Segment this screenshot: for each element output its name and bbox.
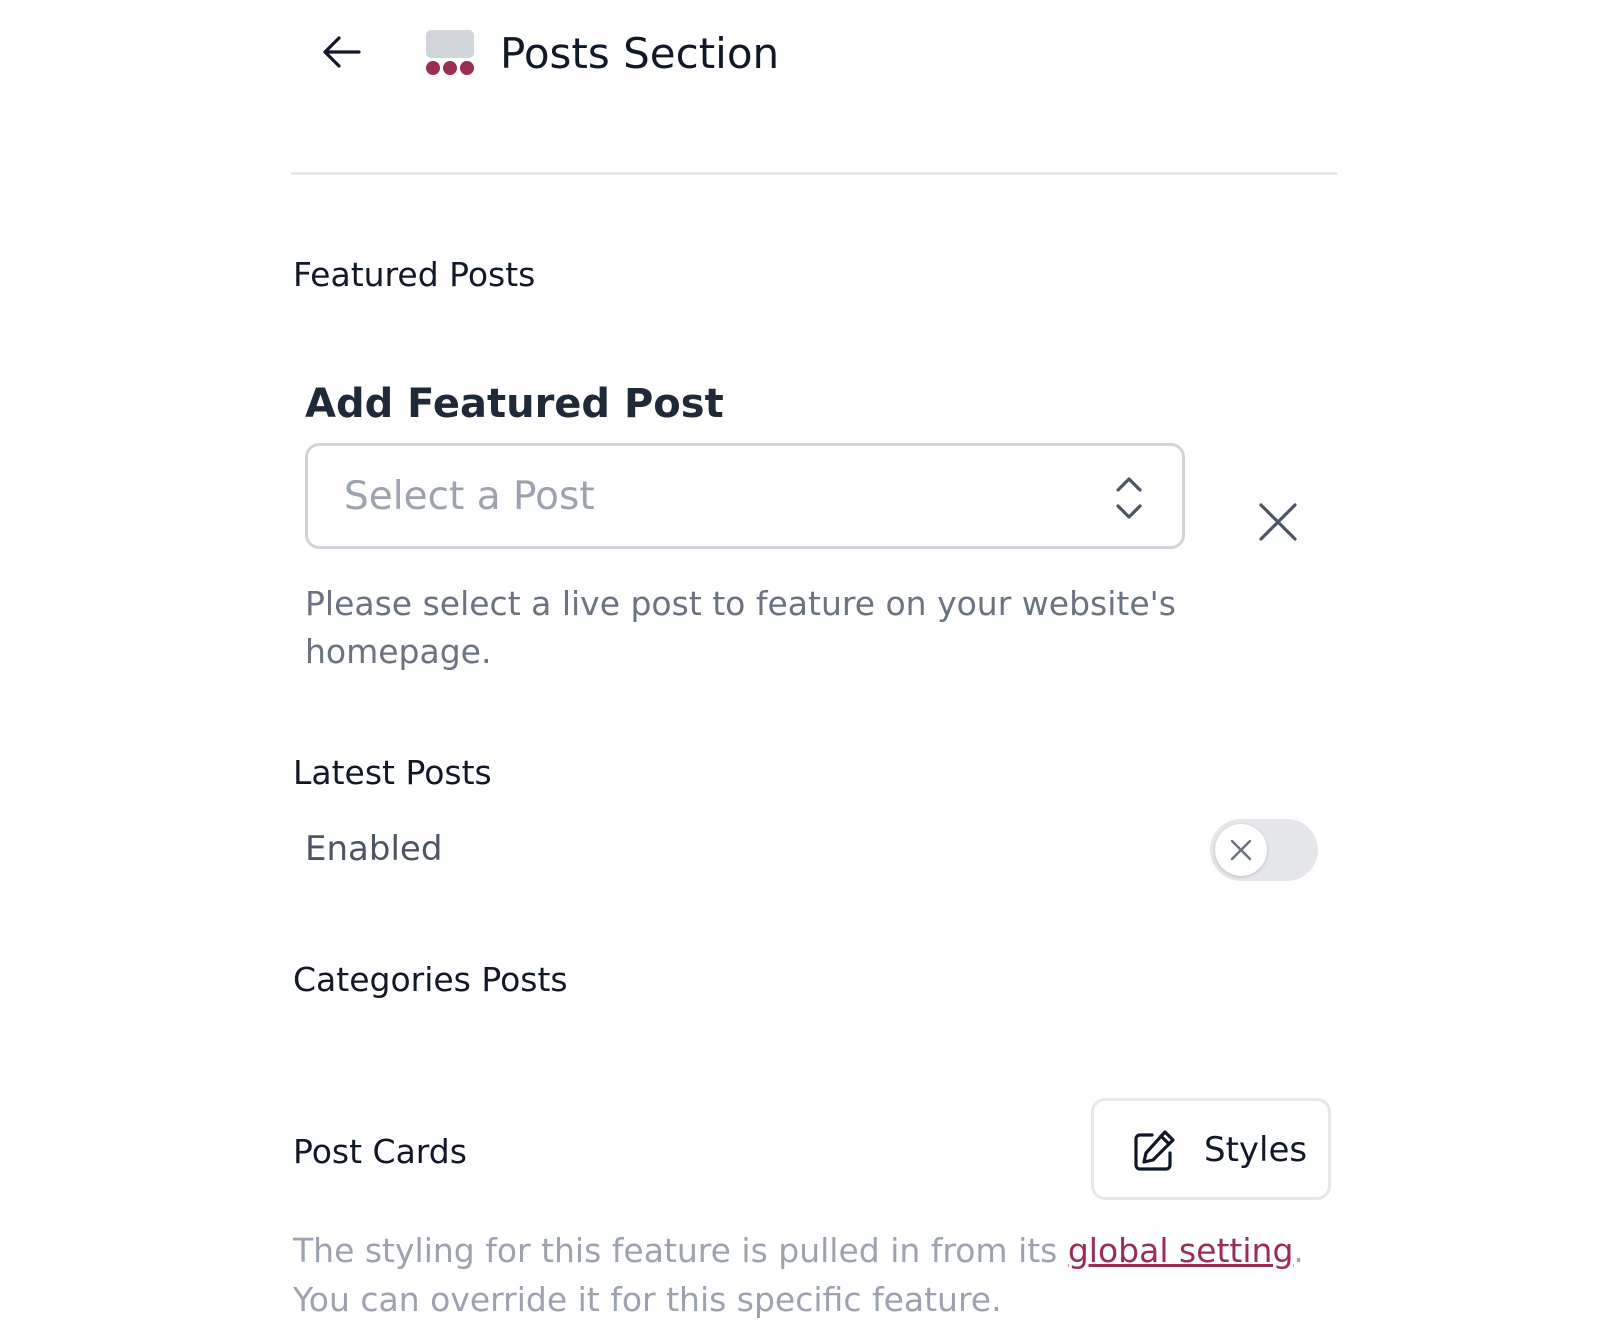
close-icon (1230, 839, 1252, 861)
chevron-up-down-icon (1116, 477, 1142, 519)
latest-posts-enabled-label: Enabled (305, 829, 443, 869)
posts-section-icon (426, 30, 474, 75)
header-divider (291, 172, 1337, 175)
categories-posts-heading: Categories Posts (293, 960, 568, 999)
close-icon[interactable] (1256, 500, 1300, 544)
add-featured-post-label: Add Featured Post (305, 381, 724, 427)
featured-posts-heading: Featured Posts (293, 255, 536, 294)
edit-icon (1134, 1130, 1175, 1171)
select-post-dropdown[interactable]: Select a Post (305, 443, 1185, 549)
latest-posts-heading: Latest Posts (293, 753, 492, 792)
back-button[interactable] (320, 30, 364, 74)
styles-button[interactable]: Styles (1091, 1098, 1331, 1200)
featured-post-help-text: Please select a live post to feature on … (305, 584, 1176, 671)
latest-posts-toggle[interactable] (1210, 819, 1318, 881)
styles-button-label: Styles (1204, 1130, 1308, 1170)
post-cards-note: The styling for this feature is pulled i… (293, 1226, 1333, 1324)
post-cards-heading: Post Cards (293, 1132, 467, 1171)
select-post-placeholder: Select a Post (344, 474, 595, 519)
header: Posts Section (282, 0, 1330, 112)
post-cards-note-prefix: The styling for this feature is pulled i… (293, 1231, 1068, 1270)
toggle-knob (1215, 824, 1267, 876)
page-title: Posts Section (500, 29, 780, 78)
arrow-left-icon (323, 36, 361, 68)
posts-section-page: Posts Section Featured Posts Add Feature… (0, 0, 1611, 1340)
global-setting-link[interactable]: global setting (1068, 1231, 1294, 1270)
